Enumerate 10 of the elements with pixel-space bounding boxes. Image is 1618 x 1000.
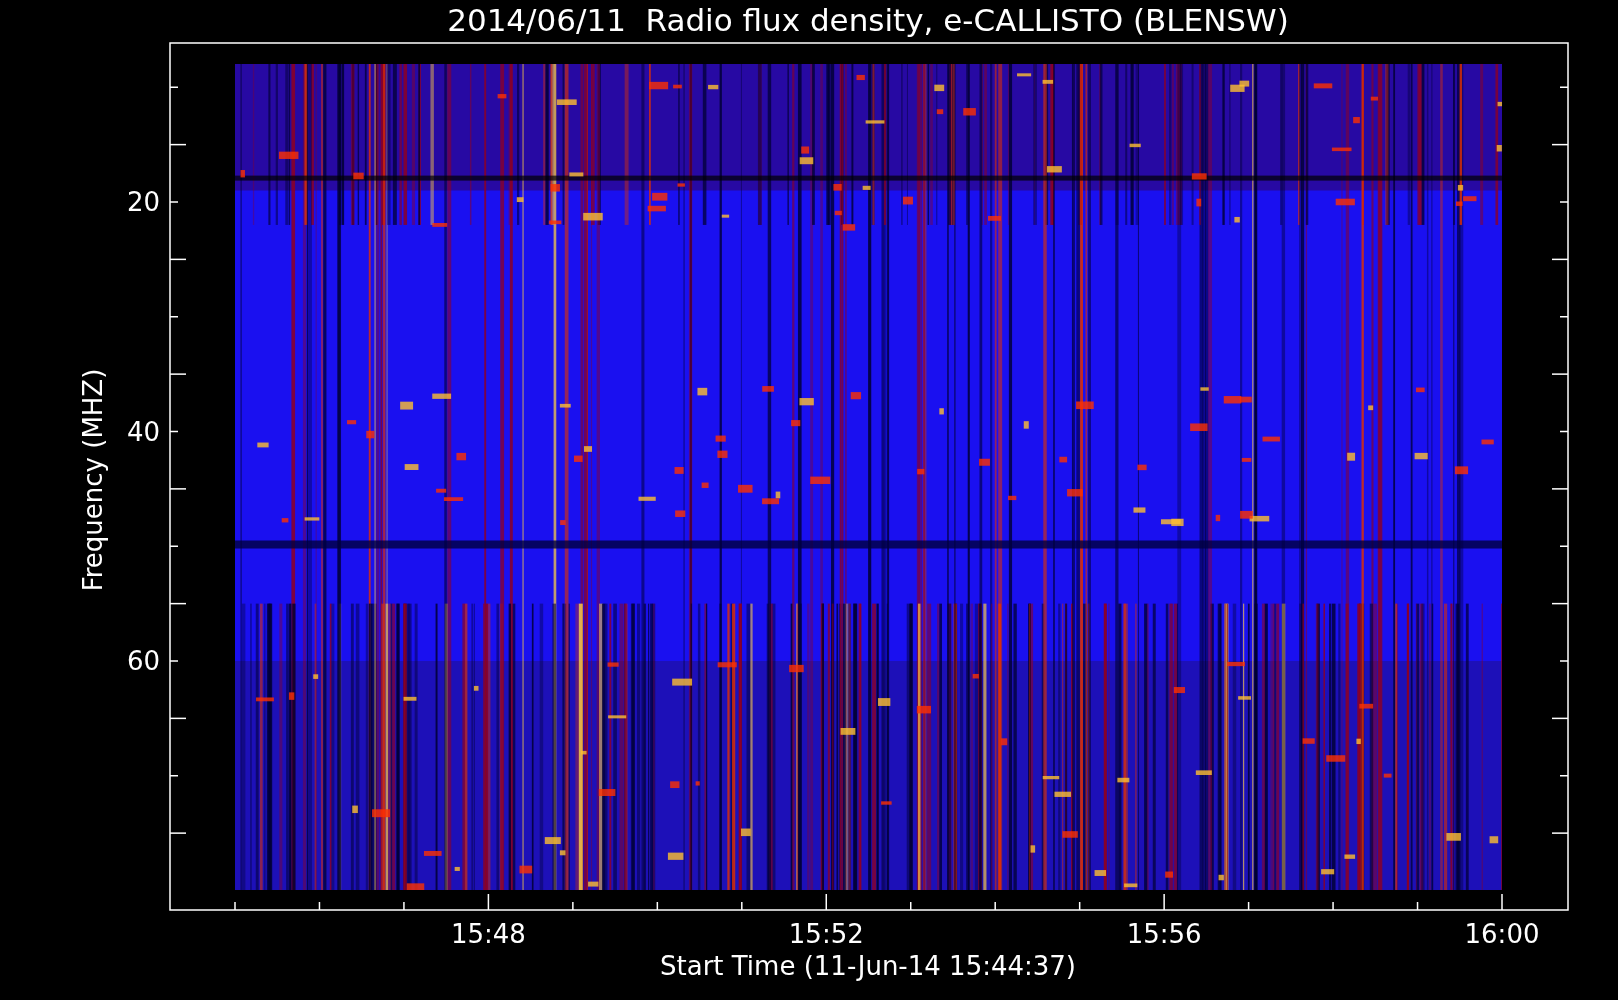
x-tick-label: 15:48 (450, 918, 526, 950)
x-axis-label: Start Time (11-Jun-14 15:44:37) (659, 950, 1077, 982)
y-axis-label: Frequency (MHZ) (77, 368, 109, 592)
chart-title: 2014/06/11 Radio flux density, e-CALLISTO (BLENSW) (446, 2, 1290, 38)
y-tick-label: 20 (126, 186, 160, 218)
x-tick-label: 15:52 (788, 918, 864, 950)
x-tick-label: 15:56 (1126, 918, 1202, 950)
x-tick-label: 16:00 (1464, 918, 1540, 950)
y-tick-label: 40 (126, 415, 160, 448)
y-tick-label: 60 (126, 645, 160, 677)
